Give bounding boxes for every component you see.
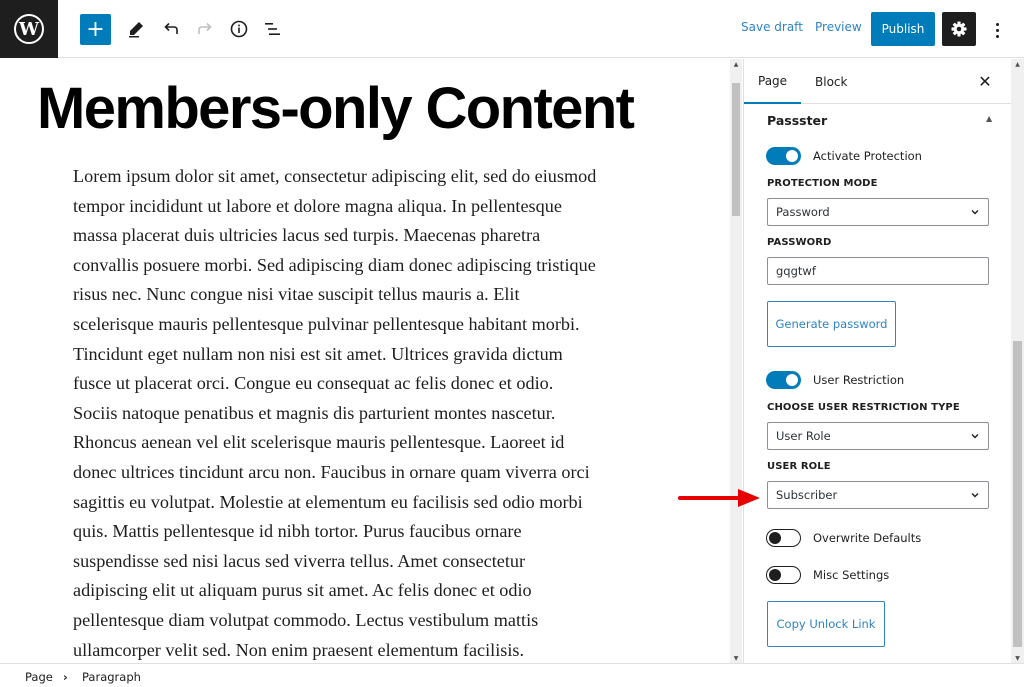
password-input[interactable]: gqgtwf <box>767 257 989 285</box>
wordpress-logo-icon: W <box>14 14 44 44</box>
gear-icon <box>951 21 967 37</box>
more-vertical-icon <box>995 22 999 26</box>
paragraph-line: suspendisse sed nisi lacus sed viverra t… <box>73 550 526 571</box>
protection-mode-label: PROTECTION MODE <box>767 178 878 189</box>
user-role-label: USER ROLE <box>767 461 831 472</box>
sidebar-scrollbar-thumb[interactable] <box>1013 341 1022 647</box>
tools-button[interactable] <box>121 14 151 44</box>
activate-protection-label: Activate Protection <box>813 149 922 163</box>
editor-canvas: Members-only Content Lorem ipsum dolor s… <box>0 59 730 663</box>
panel-title[interactable]: Passster <box>767 113 827 128</box>
paragraph-line: Tincidunt eget nullam non nisi est sit a… <box>73 343 563 364</box>
chevron-up-icon[interactable]: ▲ <box>986 114 992 123</box>
restriction-type-label: CHOOSE USER RESTRICTION TYPE <box>767 402 960 413</box>
paragraph-line: adipiscing elit ut aliquam purus sit ame… <box>73 580 532 601</box>
chevron-down-icon <box>971 434 979 439</box>
info-icon <box>230 20 248 38</box>
list-view-icon <box>265 23 280 35</box>
overwrite-defaults-toggle[interactable] <box>766 529 801 547</box>
password-value: gqgtwf <box>776 264 816 278</box>
settings-sidebar: Page Block ✕ Passster ▲ Activate Protect… <box>743 59 1012 663</box>
password-label: PASSWORD <box>767 237 832 248</box>
more-options-button[interactable] <box>987 18 1007 42</box>
restriction-type-select[interactable]: User Role <box>767 422 989 450</box>
editor-scrollbar[interactable]: ▲ ▼ <box>730 59 742 663</box>
protection-mode-value: Password <box>776 205 830 219</box>
save-draft-button[interactable]: Save draft <box>741 20 803 34</box>
breadcrumb-paragraph[interactable]: Paragraph <box>82 670 141 684</box>
user-restriction-toggle[interactable] <box>766 371 801 389</box>
undo-button[interactable] <box>156 14 186 44</box>
paragraph-line: fusce ut placerat orci. Congue eu conseq… <box>73 373 554 394</box>
paragraph-line: pellentesque diam volutpat commodo. Lect… <box>73 609 539 630</box>
wordpress-logo-button[interactable]: W <box>0 0 58 58</box>
user-restriction-label: User Restriction <box>813 373 905 387</box>
paragraph-line: massa placerat duis ultricies lacus sed … <box>73 225 541 246</box>
paragraph-line: scelerisque mauris pellentesque pulvinar… <box>73 313 580 334</box>
misc-settings-toggle[interactable] <box>766 566 801 584</box>
details-button[interactable] <box>224 14 254 44</box>
sidebar-scrollbar[interactable]: ▲ ▼ <box>1011 59 1024 663</box>
scroll-up-arrow-icon[interactable]: ▲ <box>1011 59 1024 69</box>
paragraph-line: quis. Mattis pellentesque id nibh tortor… <box>73 521 522 542</box>
paragraph-line: Sociis natoque penatibus et magnis dis p… <box>73 402 556 423</box>
pencil-icon <box>129 22 143 38</box>
restriction-type-value: User Role <box>776 429 831 443</box>
paragraph-line: ullamcorper velit sed. Non enim praesent… <box>73 639 525 660</box>
copy-unlock-link-button[interactable]: Copy Unlock Link <box>767 601 885 647</box>
block-breadcrumb-bar: Page › Paragraph <box>0 663 1024 687</box>
editor-toolbar: W + Save draft Preview Publish <box>0 0 1024 58</box>
redo-button[interactable] <box>190 14 220 44</box>
paragraph-block[interactable]: Lorem ipsum dolor sit amet, consectetur … <box>73 162 663 663</box>
paragraph-line: convallis posuere morbi. Sed adipiscing … <box>73 254 596 275</box>
undo-icon <box>164 22 178 34</box>
paragraph-line: sagittis eu volutpat. Molestie at elemen… <box>73 491 583 512</box>
scroll-up-arrow-icon[interactable]: ▲ <box>730 59 742 69</box>
close-icon: ✕ <box>978 71 992 91</box>
protection-mode-select[interactable]: Password <box>767 198 989 226</box>
paragraph-line: Lorem ipsum dolor sit amet, consectetur … <box>73 166 597 186</box>
settings-button[interactable] <box>942 12 976 46</box>
list-view-button[interactable] <box>258 14 288 44</box>
tab-page[interactable]: Page <box>744 59 802 104</box>
chevron-down-icon <box>971 210 979 215</box>
editor-scrollbar-thumb[interactable] <box>732 83 740 216</box>
overwrite-defaults-label: Overwrite Defaults <box>813 531 922 545</box>
user-role-select[interactable]: Subscriber <box>767 481 989 509</box>
add-block-button[interactable]: + <box>80 14 111 45</box>
tab-block[interactable]: Block <box>815 59 847 104</box>
scroll-down-arrow-icon[interactable]: ▼ <box>730 653 742 663</box>
red-arrow-annotation <box>678 489 760 507</box>
generate-password-button[interactable]: Generate password <box>767 301 896 347</box>
chevron-down-icon <box>971 493 979 498</box>
paragraph-line: risus nec. Nunc congue nisi vitae suscip… <box>73 284 520 305</box>
paragraph-line: tempor incididunt ut labore et dolore ma… <box>73 195 562 216</box>
sidebar-tabs: Page Block ✕ <box>744 59 1012 104</box>
paragraph-line: Rhoncus aenean vel elit scelerisque maur… <box>73 432 565 453</box>
preview-button[interactable]: Preview <box>815 20 862 34</box>
user-role-value: Subscriber <box>776 488 838 502</box>
scroll-down-arrow-icon[interactable]: ▼ <box>1011 653 1024 663</box>
misc-settings-label: Misc Settings <box>813 568 890 582</box>
redo-icon <box>198 22 212 34</box>
chevron-right-icon: › <box>63 670 68 684</box>
publish-button[interactable]: Publish <box>871 12 935 46</box>
paragraph-line: donec ultrices tincidunt arcu non. Fauci… <box>73 461 590 482</box>
page-title[interactable]: Members-only Content <box>37 75 635 142</box>
close-sidebar-button[interactable]: ✕ <box>976 71 994 91</box>
breadcrumb-page[interactable]: Page <box>25 670 53 684</box>
activate-protection-toggle[interactable] <box>766 147 801 165</box>
